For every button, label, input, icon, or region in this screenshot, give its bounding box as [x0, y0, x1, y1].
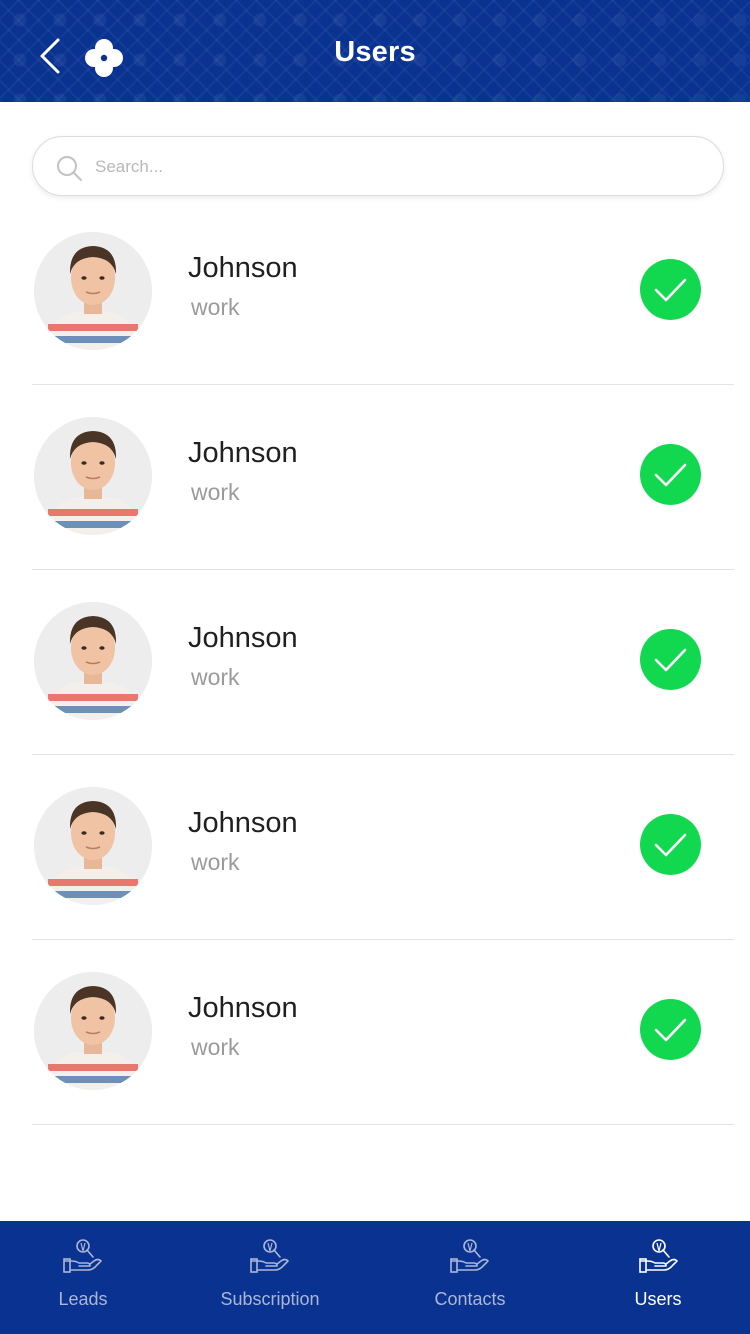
selected-check-button[interactable] [640, 629, 701, 690]
checkmark-icon [654, 463, 687, 487]
avatar [34, 972, 152, 1090]
user-row[interactable]: Johnson work [32, 940, 734, 1125]
tab-label: Users [634, 1289, 682, 1309]
bottom-tab-bar: Leads Subscription Contacts Users [0, 1221, 750, 1334]
user-name: Johnson [188, 807, 298, 839]
tab-label: Subscription [220, 1289, 320, 1309]
tab-label: Contacts [434, 1289, 506, 1309]
hand-holding-icon [63, 1239, 102, 1273]
avatar [34, 787, 152, 905]
selected-check-button[interactable] [640, 814, 701, 875]
hand-holding-icon [450, 1239, 489, 1273]
selected-check-button[interactable] [640, 259, 701, 320]
user-row[interactable]: Johnson work [32, 570, 734, 755]
user-row[interactable]: Johnson work [32, 200, 734, 385]
person-photo [34, 602, 152, 720]
checkmark-icon [654, 648, 687, 672]
search-input[interactable] [95, 147, 695, 187]
user-name: Johnson [188, 437, 298, 469]
checkmark-icon [654, 1018, 687, 1042]
user-name: Johnson [188, 252, 298, 284]
user-name: Johnson [188, 992, 298, 1024]
checkmark-icon [654, 278, 687, 302]
avatar [34, 417, 152, 535]
checkmark-icon [654, 833, 687, 857]
hand-holding-icon [639, 1239, 678, 1273]
app-header: Users [0, 0, 750, 102]
user-role: work [191, 849, 240, 875]
user-role: work [191, 1034, 240, 1060]
page-title: Users [334, 36, 416, 68]
user-role: work [191, 664, 240, 690]
user-role: work [191, 479, 240, 505]
selected-check-button[interactable] [640, 999, 701, 1060]
person-photo [34, 417, 152, 535]
user-row[interactable]: Johnson work [32, 755, 734, 940]
search-bar[interactable] [32, 136, 724, 196]
user-name: Johnson [188, 622, 298, 654]
tab-subscription[interactable]: Subscription [166, 1221, 374, 1334]
user-role: work [191, 294, 240, 320]
person-photo [34, 787, 152, 905]
user-list: Johnson work Johnson work Johnson work J… [32, 200, 734, 1125]
tab-contacts[interactable]: Contacts [374, 1221, 566, 1334]
person-photo [34, 232, 152, 350]
avatar [34, 602, 152, 720]
selected-check-button[interactable] [640, 444, 701, 505]
search-icon [57, 156, 82, 181]
tab-label: Leads [58, 1289, 108, 1309]
avatar [34, 232, 152, 350]
tab-leads[interactable]: Leads [0, 1221, 166, 1334]
user-row[interactable]: Johnson work [32, 385, 734, 570]
tab-users[interactable]: Users [566, 1221, 750, 1334]
person-photo [34, 972, 152, 1090]
hand-holding-icon [250, 1239, 289, 1273]
